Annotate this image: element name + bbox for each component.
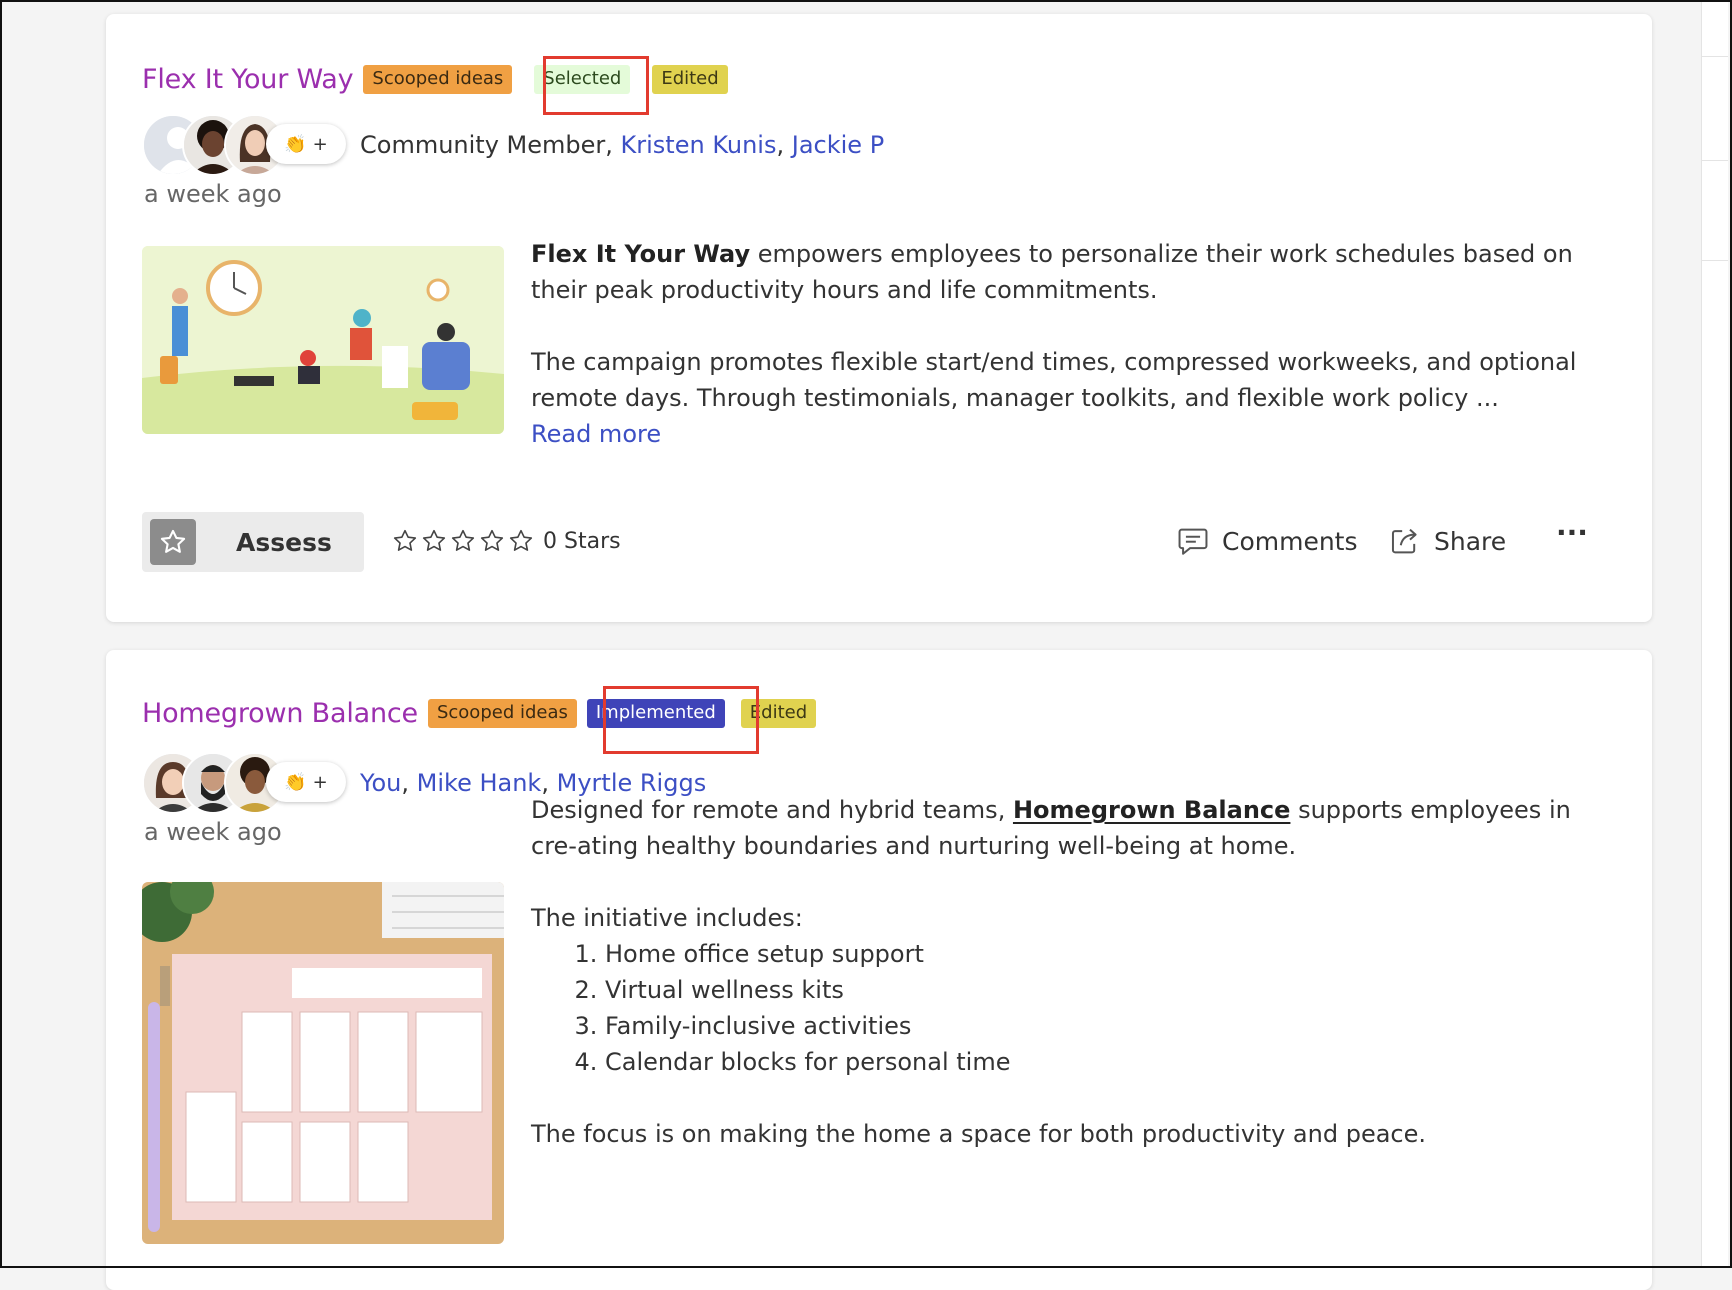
author-link[interactable]: Mike Hank	[417, 769, 542, 797]
highlight-box	[603, 686, 759, 754]
star-icon[interactable]	[450, 528, 476, 554]
author-names: Community Member, Kristen Kunis, Jackie …	[360, 131, 885, 159]
idea-image[interactable]	[142, 882, 504, 1244]
clap-icon: 👏	[284, 771, 307, 793]
author-name: Community Member	[360, 131, 606, 159]
idea-title[interactable]: Flex It Your Way	[142, 64, 354, 95]
list-item: Family-inclusive activities	[605, 1008, 1622, 1044]
idea-description: Flex It Your Way empowers employees to p…	[531, 236, 1622, 452]
author-row: 👏 + Community Member, Kristen Kunis, Jac…	[142, 114, 884, 176]
category-badge: Scooped ideas	[363, 65, 513, 94]
share-label: Share	[1434, 526, 1507, 556]
star-icon[interactable]	[392, 528, 418, 554]
comment-icon	[1178, 528, 1208, 555]
star-icon[interactable]	[479, 528, 505, 554]
reaction-plus: +	[312, 133, 328, 155]
reaction-plus: +	[312, 771, 328, 793]
idea-title-inline: Flex It Your Way	[531, 240, 751, 268]
edited-badge: Edited	[652, 65, 728, 94]
assess-button[interactable]: Assess	[142, 512, 364, 572]
share-icon	[1391, 528, 1417, 554]
clap-icon: 👏	[284, 133, 307, 155]
closing-paragraph: The focus is on making the home a space …	[531, 1120, 1427, 1148]
idea-image[interactable]	[142, 246, 504, 434]
author-link[interactable]: You	[360, 769, 401, 797]
idea-card: Homegrown Balance Scooped ideas Implemen…	[106, 650, 1652, 1290]
list-item: Calendar blocks for personal time	[605, 1044, 1622, 1080]
more-options-icon[interactable]: ···	[1556, 516, 1588, 549]
list-item: Home office setup support	[605, 936, 1622, 972]
avatar-stack[interactable]: 👏 +	[142, 114, 352, 176]
highlight-box	[543, 56, 649, 115]
idea-description: Designed for remote and hybrid teams, Ho…	[531, 792, 1622, 1152]
share-button[interactable]: Share	[1388, 524, 1506, 558]
star-icon[interactable]	[421, 528, 447, 554]
stars-count: 0 Stars	[543, 528, 621, 554]
idea-card: Flex It Your Way Scooped ideas Selected …	[106, 14, 1652, 622]
post-time: a week ago	[144, 180, 282, 208]
reaction-pill[interactable]: 👏 +	[266, 124, 346, 164]
list-item: Virtual wellness kits	[605, 972, 1622, 1008]
star-rating[interactable]: 0 Stars	[392, 528, 621, 554]
comments-label: Comments	[1222, 526, 1358, 556]
comments-button[interactable]: Comments	[1176, 524, 1358, 558]
read-more-link[interactable]: Read more	[531, 420, 661, 448]
initiative-list: Home office setup support Virtual wellne…	[531, 936, 1622, 1080]
assess-label: Assess	[236, 527, 332, 557]
star-icon	[150, 519, 196, 565]
reaction-pill[interactable]: 👏 +	[266, 762, 346, 802]
avatar-stack[interactable]: 👏 +	[142, 752, 352, 814]
idea-title[interactable]: Homegrown Balance	[142, 698, 418, 729]
idea-title-inline[interactable]: Homegrown Balance	[1013, 796, 1290, 824]
description-paragraph: The campaign promotes flexible start/end…	[531, 348, 1577, 412]
list-intro: The initiative includes:	[531, 904, 803, 932]
right-sidebar-edge	[1701, 0, 1728, 1268]
category-badge: Scooped ideas	[427, 699, 577, 728]
post-time: a week ago	[144, 818, 282, 846]
author-link[interactable]: Jackie P	[792, 131, 884, 159]
star-icon[interactable]	[508, 528, 534, 554]
idea-actions: Assess 0 Stars Comments Share ···	[142, 512, 1616, 572]
author-link[interactable]: Kristen Kunis	[621, 131, 777, 159]
